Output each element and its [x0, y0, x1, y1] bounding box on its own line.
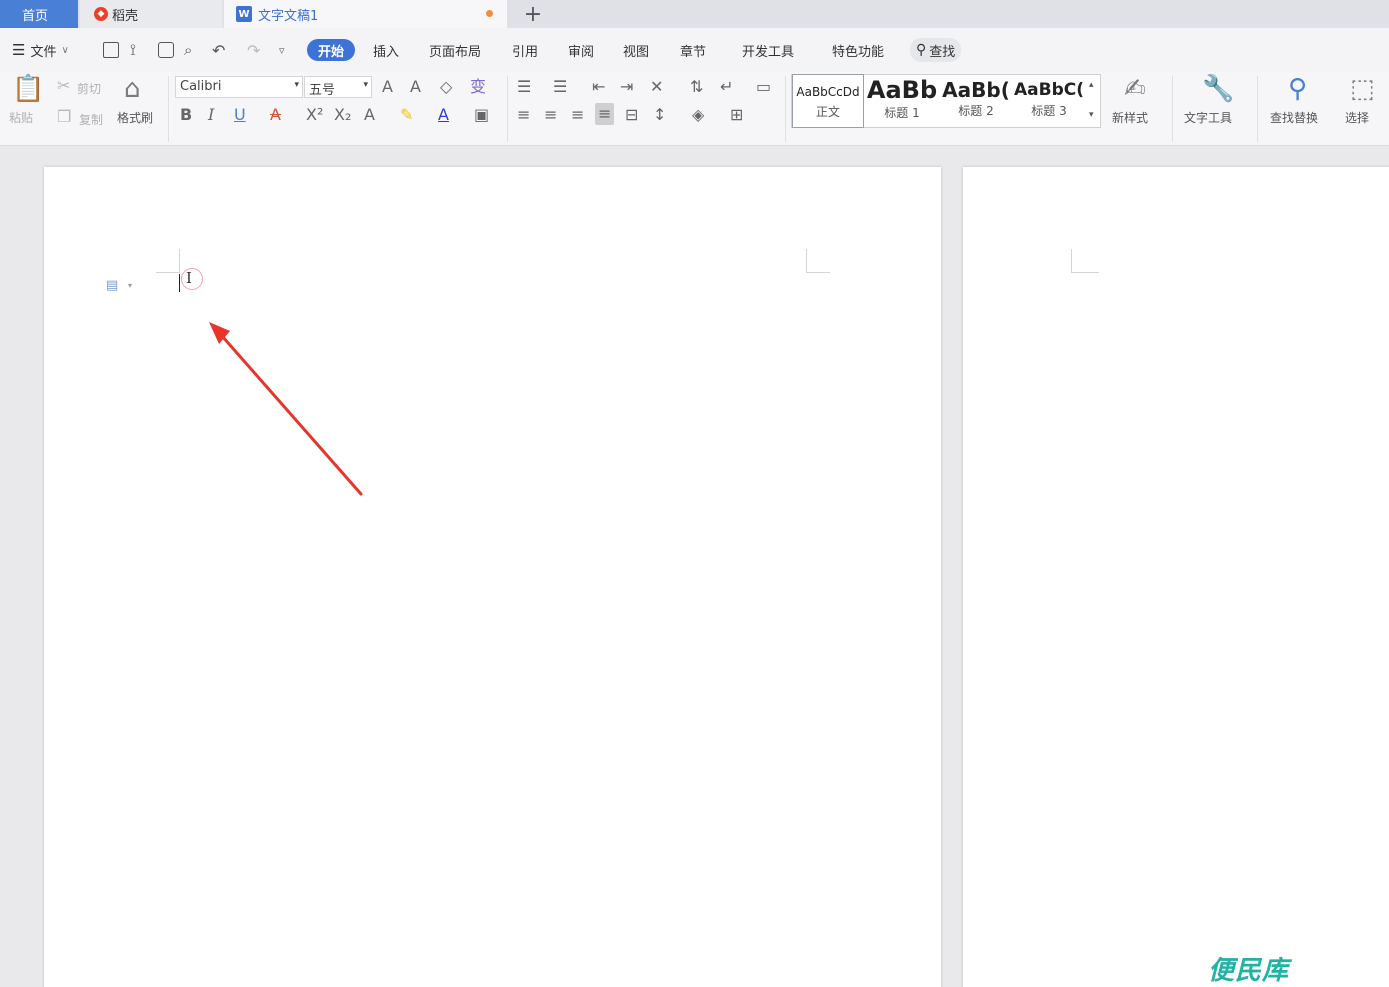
annotation-arrow-shaft	[220, 334, 363, 496]
watermark-logo: 便民库	[1208, 956, 1290, 986]
annotation-arrow	[209, 322, 363, 496]
